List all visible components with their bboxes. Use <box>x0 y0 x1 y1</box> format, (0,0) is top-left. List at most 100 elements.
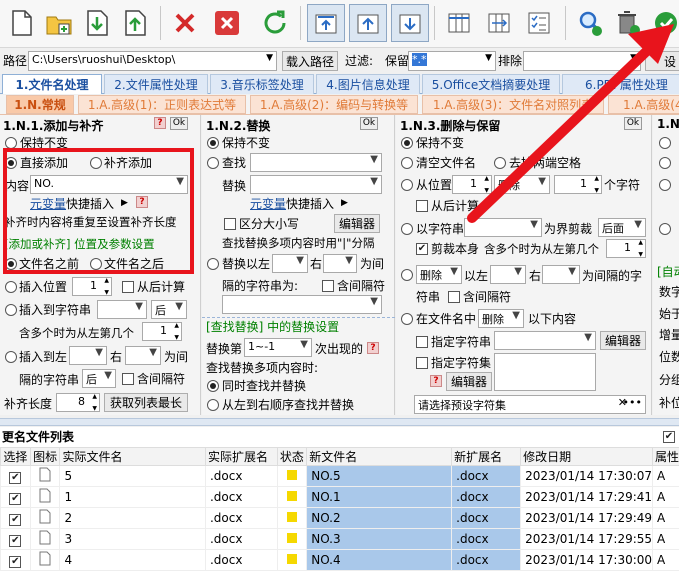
columns-left-icon[interactable] <box>440 4 478 42</box>
import-icon[interactable] <box>78 4 116 42</box>
radio-insert-to-string[interactable] <box>5 304 17 316</box>
col-actual-name[interactable]: 实际文件名 <box>59 447 206 466</box>
del-left-select[interactable]: ▼ <box>490 265 526 284</box>
delete-gap-checkbox[interactable] <box>448 291 460 303</box>
tab-music-tags[interactable]: 3.音乐标签处理 <box>210 74 314 94</box>
radio-in-name[interactable] <box>401 313 413 325</box>
spec-set-checkbox[interactable] <box>416 357 428 369</box>
panel1-ok-button[interactable]: Ok <box>170 117 188 130</box>
settings-button[interactable]: 设 <box>645 51 679 71</box>
table-row[interactable]: 1.docxNO.1.docx2023/01/14 17:29:41A <box>0 486 679 508</box>
pad-length-spinner[interactable]: 8 <box>56 393 100 412</box>
refresh-icon[interactable] <box>256 4 294 42</box>
open-folder-icon[interactable] <box>40 4 78 42</box>
spec-set-editor-button[interactable]: 编辑器 <box>446 372 492 391</box>
radio-left-to-right[interactable] <box>207 399 219 411</box>
checklist-icon[interactable] <box>520 4 558 42</box>
subtab-advanced-1[interactable]: 1.A.高级(1)：正则表达式等 <box>78 95 246 114</box>
delete-mode-select[interactable]: 删除 ▼ <box>494 175 550 194</box>
radio-clear-name[interactable] <box>401 157 413 169</box>
radio-from-pos[interactable] <box>401 179 413 191</box>
columns-right-icon[interactable] <box>480 4 518 42</box>
path-input[interactable]: C:\Users\ruoshui\Desktop\ ▼ <box>28 51 277 71</box>
move-up-icon[interactable] <box>349 4 387 42</box>
gap-string-select[interactable]: ▼ <box>222 295 382 314</box>
from-back-checkbox[interactable] <box>122 281 134 293</box>
var-link-2[interactable]: 元变量 <box>250 197 286 211</box>
help-icon[interactable]: ? <box>367 342 379 354</box>
spec-set-textarea[interactable] <box>494 353 596 391</box>
boundary-string-input[interactable]: ▼ <box>464 218 542 237</box>
char-count-spinner[interactable]: 1 <box>554 175 602 194</box>
preset-select[interactable]: 请选择预设字符集 ✕ ••• <box>414 395 646 414</box>
execute-icon[interactable] <box>647 4 679 42</box>
radio-insert-pos[interactable] <box>5 281 17 293</box>
case-checkbox[interactable] <box>224 218 236 230</box>
cut-self-checkbox[interactable] <box>416 243 428 255</box>
table-row[interactable]: 3.docxNO.3.docx2023/01/14 17:29:55A <box>0 528 679 550</box>
row-checkbox[interactable] <box>9 555 22 568</box>
spec-string-editor-button[interactable]: 编辑器 <box>600 331 646 350</box>
col-actual-ext[interactable]: 实际扩展名 <box>204 447 278 466</box>
subtab-advanced-4[interactable]: 1.A.高级(4) <box>608 95 679 114</box>
radio-by-string[interactable] <box>401 223 413 235</box>
row-checkbox[interactable] <box>9 471 22 484</box>
in-name-mode-select[interactable]: 删除 ▼ <box>478 309 524 328</box>
help-icon[interactable]: ? <box>430 375 442 387</box>
radio-delete-between[interactable] <box>401 269 413 281</box>
move-down-icon[interactable] <box>391 4 429 42</box>
tab-pdf-attrs[interactable]: 6.PDF属性处理 <box>562 74 679 94</box>
tab-office-summary[interactable]: 5.Office文档摘要处理 <box>422 74 560 94</box>
radio-replace-left[interactable] <box>207 258 219 270</box>
spec-string-input[interactable]: ▼ <box>494 331 596 350</box>
table-row[interactable]: 2.docxNO.2.docx2023/01/14 17:29:49A <box>0 507 679 529</box>
find-input[interactable]: ▼ <box>250 153 382 172</box>
exclude-filter-input[interactable]: ▼ <box>523 51 641 71</box>
col-modified[interactable]: 修改日期 <box>520 447 654 466</box>
contain-gap-checkbox[interactable] <box>122 373 134 385</box>
after-select[interactable]: 后 ▼ <box>151 300 187 319</box>
splitter[interactable] <box>0 418 679 426</box>
load-path-button[interactable]: 载入路径 <box>282 51 338 71</box>
tab-image-info[interactable]: 4.图片信息处理 <box>316 74 420 94</box>
col-new-ext[interactable]: 新扩展名 <box>451 447 522 466</box>
panel2-ok-button[interactable]: Ok <box>360 117 378 130</box>
tab-file-attrs[interactable]: 2.文件属性处理 <box>104 74 208 94</box>
editor-button[interactable]: 编辑器 <box>334 214 380 233</box>
spec-string-checkbox[interactable] <box>416 336 428 348</box>
side-select[interactable]: 后面 ▼ <box>598 218 646 237</box>
right-select[interactable]: ▼ <box>125 346 161 365</box>
subtab-normal[interactable]: 1.N.常规 <box>6 95 74 114</box>
trash-preview-icon[interactable] <box>609 4 647 42</box>
search-preview-icon[interactable] <box>571 4 609 42</box>
help-icon[interactable]: ? <box>154 117 166 129</box>
export-icon[interactable] <box>116 4 154 42</box>
string-select[interactable]: ▼ <box>97 300 147 319</box>
clear-icon[interactable] <box>208 4 246 42</box>
table-row[interactable]: 5.docxNO.5.docx2023/01/14 17:30:07A <box>0 465 679 487</box>
subtab-advanced-3[interactable]: 1.A.高级(3)：文件名对照列表 <box>422 95 604 114</box>
delete-between-select[interactable]: 删除 ▼ <box>416 265 462 284</box>
delete-from-back-checkbox[interactable] <box>416 200 428 212</box>
col-icon[interactable]: 图标 <box>29 447 61 466</box>
radio-trim-space[interactable] <box>494 157 506 169</box>
move-top-icon[interactable] <box>307 4 345 42</box>
delete-multi-spinner[interactable]: 1 <box>606 239 646 258</box>
replace-gap-checkbox[interactable] <box>322 280 334 292</box>
col-select[interactable]: 选择 <box>0 447 31 466</box>
replace-input[interactable]: ▼ <box>250 175 382 194</box>
replace-left-select[interactable]: ▼ <box>272 254 308 273</box>
left-select[interactable]: ▼ <box>69 346 107 365</box>
insert-pos-spinner[interactable]: 1 <box>72 277 112 296</box>
row-checkbox[interactable] <box>9 534 22 547</box>
select-all-checkbox[interactable] <box>663 431 675 443</box>
col-new-name[interactable]: 新文件名 <box>306 447 453 466</box>
radio-keep-replace[interactable] <box>207 137 219 149</box>
delete-icon[interactable] <box>166 4 204 42</box>
row-checkbox[interactable] <box>9 513 22 526</box>
radio-simultaneous[interactable] <box>207 380 219 392</box>
multi-spinner[interactable]: 1 <box>142 322 182 341</box>
from-pos-spinner[interactable]: 1 <box>452 175 492 194</box>
panel3-ok-button[interactable]: Ok <box>624 117 642 130</box>
nth-select[interactable]: 1~-1 ▼ <box>244 338 312 357</box>
